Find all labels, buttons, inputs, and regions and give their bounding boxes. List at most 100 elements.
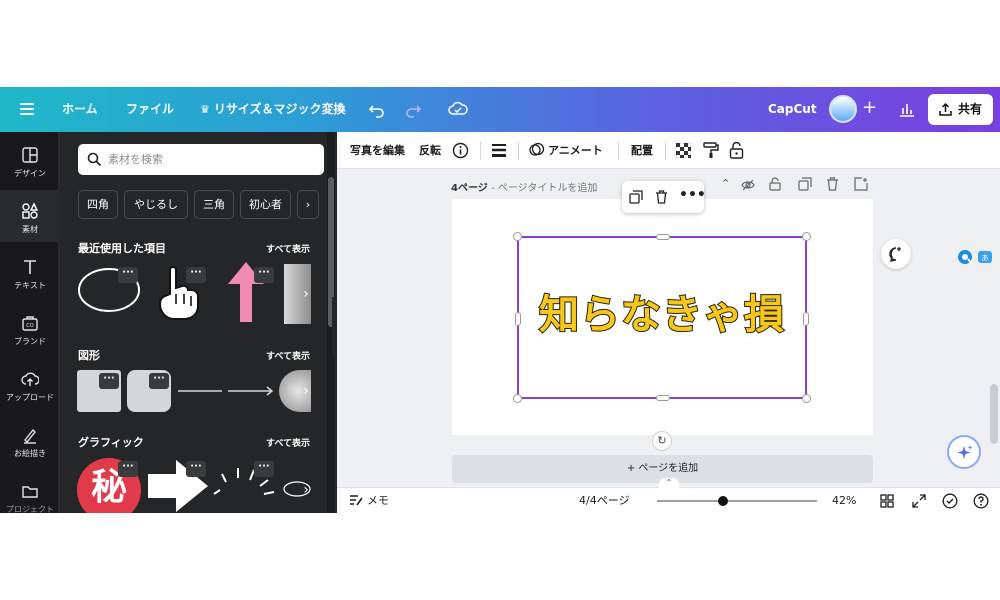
paint-roller-icon[interactable] [703,142,719,159]
resize-handle[interactable] [515,312,521,326]
resize-handle[interactable] [656,234,670,240]
home-menu[interactable]: ホーム [62,87,98,132]
delete-page-icon[interactable] [826,177,839,191]
rail-item-projects[interactable]: プロジェクト [0,482,60,513]
hide-icon[interactable] [741,179,755,191]
more-options-icon[interactable]: ··· [186,267,206,283]
top-bar: ホーム ファイル ♛ リサイズ＆マジック変換 CapCut + 共有 [0,87,1000,132]
chip-beginner[interactable]: 初心者 [240,190,291,219]
rail-item-draw[interactable]: お絵描き [0,426,60,459]
see-all-graphics[interactable]: すべて表示 [266,436,310,449]
flip-button[interactable]: 反転 [419,132,441,169]
design-page[interactable]: 知らなきゃ損 [452,199,873,435]
canvas-scrollbar[interactable] [990,384,998,444]
menu-icon[interactable] [20,87,36,132]
rotate-icon[interactable]: ↻ [652,431,672,451]
more-options-icon[interactable]: ··· [118,267,138,283]
magic-assistant-button[interactable] [947,435,981,469]
heading-text[interactable]: 知らなきゃ損 [519,282,805,340]
rail-item-label: 素材 [22,225,38,234]
page-counter[interactable]: 4/4ページ [579,488,629,513]
chip-arrow[interactable]: やじるし [124,190,188,219]
sparkle-icon [957,445,973,459]
rail-item-brand[interactable]: CO ブランド [0,314,60,347]
rail-item-label: お絵描き [14,449,46,458]
undo-icon[interactable] [367,99,387,119]
grid-view-icon[interactable] [880,494,894,508]
chevron-right-icon[interactable]: › [298,475,314,505]
more-options-icon[interactable]: ··· [186,461,206,477]
search-icon [87,152,102,167]
zoom-slider[interactable] [657,500,817,502]
notes-button[interactable]: メモ [349,488,389,513]
share-button[interactable]: 共有 [928,94,993,125]
search-input[interactable] [108,150,308,168]
resize-handle[interactable] [513,394,522,403]
chevron-up-icon[interactable]: ⌃ [721,177,730,190]
see-all-shapes[interactable]: すべて表示 [266,349,310,362]
chip-triangle[interactable]: 三角 [194,190,234,219]
fullscreen-icon[interactable] [912,494,926,508]
more-icon[interactable]: ••• [679,185,706,205]
line-shape-thumbnail[interactable] [177,387,223,395]
extension-badge-icon[interactable]: あ [955,247,995,267]
rail-item-text[interactable]: テキスト [0,258,60,291]
arrow-line-thumbnail[interactable] [227,385,275,397]
chips-next-button[interactable]: › [297,190,319,219]
selected-text-box[interactable]: 知らなきゃ損 [513,232,811,403]
zoom-level[interactable]: 42% [832,488,856,513]
chevron-up-icon[interactable]: ⌃ [659,478,679,488]
add-comment-button[interactable] [881,239,911,269]
zoom-slider-handle[interactable] [718,496,729,506]
resize-handle[interactable] [803,312,809,326]
more-options-icon[interactable]: ··· [149,373,169,389]
trash-icon[interactable] [655,190,668,204]
more-options-icon[interactable]: ··· [99,373,119,389]
file-menu[interactable]: ファイル [126,87,174,132]
resize-label: リサイズ＆マジック変換 [213,102,346,116]
add-page-icon[interactable] [854,177,868,191]
chart-icon[interactable] [897,99,917,119]
animate-button[interactable]: アニメート [529,132,603,169]
chevron-right-icon[interactable]: › [298,376,314,406]
resize-handle[interactable] [656,395,670,401]
avatar[interactable] [829,95,857,123]
check-circle-icon[interactable] [942,493,958,509]
see-all-recent[interactable]: すべて表示 [266,242,310,255]
redo-icon[interactable] [403,99,423,119]
upload-icon [939,102,952,116]
resize-menu[interactable]: ♛ リサイズ＆マジック変換 [200,87,346,132]
page-title[interactable]: 4ページ - ページタイトルを追加 [451,179,597,194]
rail-item-upload[interactable]: アップロード [0,370,60,403]
search-box[interactable] [78,144,324,175]
more-options-icon[interactable]: ··· [118,461,138,477]
duplicate-page-icon[interactable] [798,177,812,191]
more-options-icon[interactable]: ··· [254,267,274,283]
help-icon[interactable] [973,493,989,509]
chevron-right-icon[interactable]: › [298,279,314,309]
transparency-icon[interactable] [676,143,691,158]
add-collaborator-button[interactable]: + [862,96,877,120]
lock-icon[interactable] [729,141,744,159]
section-title-recent: 最近使用した項目 [78,242,166,255]
resize-handle[interactable] [802,394,811,403]
rail-item-design[interactable]: デザイン [0,146,60,179]
page-lock-icon[interactable] [769,177,781,191]
more-options-icon[interactable]: ··· [254,461,274,477]
edit-photo-button[interactable]: 写真を編集 [350,132,405,169]
info-icon[interactable] [452,142,469,159]
chip-square[interactable]: 四角 [78,190,118,219]
position-button[interactable]: 配置 [631,132,653,169]
notes-icon [350,495,363,506]
rail-item-label: デザイン [14,169,46,178]
border-style-icon[interactable] [491,143,507,158]
canvas-area: 4ページ - ページタイトルを追加 ⌃ 知らなきゃ損 ••• ↻ + ページを追… [337,169,1000,487]
cloud-check-icon[interactable] [448,99,468,119]
rail-item-elements[interactable]: 素材 [0,190,60,242]
divider [618,142,619,160]
resize-handle[interactable] [802,232,811,241]
resize-handle[interactable] [513,232,522,241]
rail-item-label: ブランド [14,337,46,346]
rail-item-label: プロジェクト [6,505,54,513]
duplicate-icon[interactable] [629,190,643,204]
